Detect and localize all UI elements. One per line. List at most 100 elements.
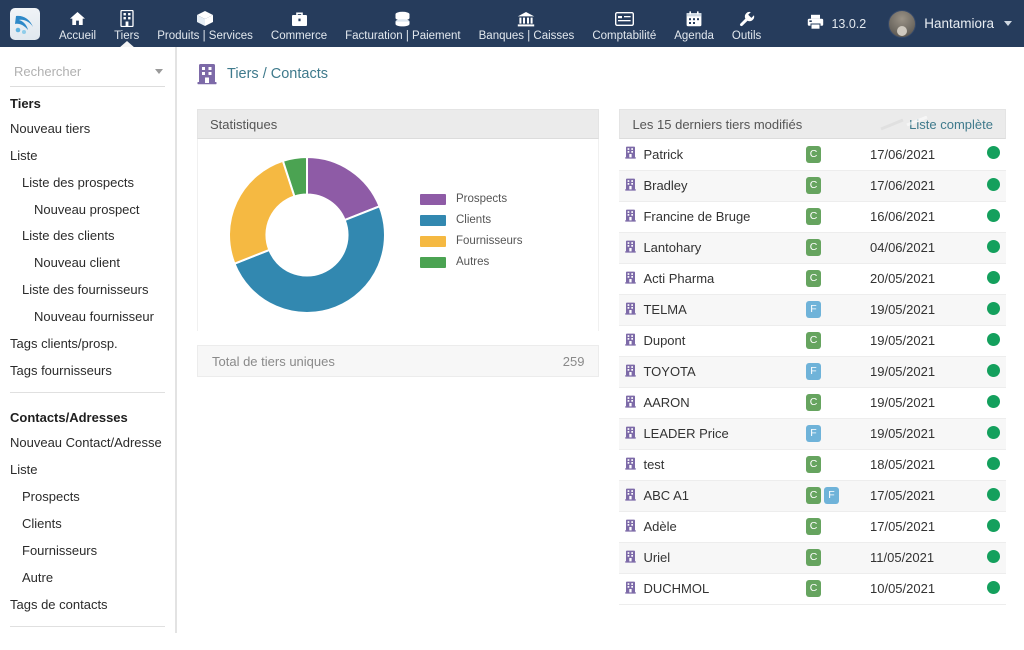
chevron-down-icon[interactable] xyxy=(1004,21,1012,26)
row-name-label[interactable]: Patrick xyxy=(643,147,683,162)
nav-item-accueil[interactable]: Accueil xyxy=(50,0,105,47)
total-label: Total de tiers uniques xyxy=(212,353,335,369)
row-name-wrap: Adèle xyxy=(625,519,794,535)
nav-label-accueil: Accueil xyxy=(59,30,97,42)
sidebar-item-nouveau-fournisseur[interactable]: Nouveau fournisseur xyxy=(0,304,175,331)
row-name-cell: TELMA xyxy=(619,294,800,326)
row-name-label[interactable]: Lantohary xyxy=(643,240,701,255)
table-row[interactable]: Adèle C 17/05/2021 xyxy=(619,511,1006,543)
user-menu[interactable]: Hantamiora xyxy=(876,9,1012,38)
user-name-label: Hantamiora xyxy=(924,16,994,31)
badge-fournisseur[interactable]: F xyxy=(806,425,821,442)
printer-version-block[interactable]: 13.0.2 xyxy=(807,14,866,33)
sidebar-item-contacts-autre[interactable]: Autre xyxy=(0,565,175,592)
row-name-label[interactable]: Uriel xyxy=(643,550,670,565)
sidebar-item-tags-de-contacts[interactable]: Tags de contacts xyxy=(0,592,175,619)
table-row[interactable]: TELMA F 19/05/2021 xyxy=(619,294,1006,326)
badge-client[interactable]: C xyxy=(806,487,821,504)
badge-client[interactable]: C xyxy=(806,456,821,473)
badge-client[interactable]: C xyxy=(806,394,821,411)
table-row[interactable]: Bradley C 17/06/2021 xyxy=(619,170,1006,202)
donut-slice-fournisseurs[interactable] xyxy=(228,159,296,266)
row-status-cell xyxy=(966,294,1006,326)
sidebar-item-nouveau-prospect[interactable]: Nouveau prospect xyxy=(0,197,175,224)
sidebar-item-nouveau-contact-adresse[interactable]: Nouveau Contact/Adresse xyxy=(0,430,175,457)
sidebar-item-nouveau-client[interactable]: Nouveau client xyxy=(0,250,175,277)
table-row[interactable]: test C 18/05/2021 xyxy=(619,449,1006,481)
row-name-wrap: Patrick xyxy=(625,146,794,162)
row-name-label[interactable]: Dupont xyxy=(643,333,685,348)
badges-wrap: F xyxy=(806,363,858,380)
nav-item-facturation-paiement[interactable]: Facturation | Paiement xyxy=(336,0,470,47)
row-name-label[interactable]: DUCHMOL xyxy=(643,581,709,596)
table-row[interactable]: AARON C 19/05/2021 xyxy=(619,387,1006,419)
bank-icon xyxy=(517,9,535,28)
sidebar-item-contacts-fournisseurs[interactable]: Fournisseurs xyxy=(0,538,175,565)
badge-client[interactable]: C xyxy=(806,208,821,225)
table-row[interactable]: Patrick C 17/06/2021 xyxy=(619,139,1006,171)
table-row[interactable]: TOYOTA F 19/05/2021 xyxy=(619,356,1006,388)
badge-fournisseur[interactable]: F xyxy=(806,363,821,380)
row-name-label[interactable]: AARON xyxy=(643,395,689,410)
dolibarr-logo-icon[interactable] xyxy=(10,7,40,40)
nav-item-banques-caisses[interactable]: Banques | Caisses xyxy=(470,0,584,47)
badge-fournisseur[interactable]: F xyxy=(806,301,821,318)
badge-client[interactable]: C xyxy=(806,177,821,194)
row-name-label[interactable]: Adèle xyxy=(643,519,676,534)
row-name-label[interactable]: ABC A1 xyxy=(643,488,689,503)
sidebar-item-contacts-liste[interactable]: Liste xyxy=(0,457,175,484)
row-date: 04/06/2021 xyxy=(864,232,966,264)
chevron-down-icon[interactable] xyxy=(155,69,163,74)
building-icon xyxy=(625,395,637,411)
sidebar-item-tags-clients-prosp[interactable]: Tags clients/prosp. xyxy=(0,331,175,358)
sidebar-item-liste[interactable]: Liste xyxy=(0,143,175,170)
table-row[interactable]: DUCHMOL C 10/05/2021 xyxy=(619,573,1006,605)
nav-item-produits-services[interactable]: Produits | Services xyxy=(148,0,262,47)
row-name-label[interactable]: TOYOTA xyxy=(643,364,695,379)
liste-complete-link[interactable]: Liste complète xyxy=(909,117,993,132)
row-name-label[interactable]: TELMA xyxy=(643,302,686,317)
badge-client[interactable]: C xyxy=(806,549,821,566)
badge-client[interactable]: C xyxy=(806,270,821,287)
table-row[interactable]: LEADER Price F 19/05/2021 xyxy=(619,418,1006,450)
row-date: 20/05/2021 xyxy=(864,263,966,295)
breadcrumb-text[interactable]: Tiers / Contacts xyxy=(227,66,328,82)
row-name-label[interactable]: Bradley xyxy=(643,178,687,193)
table-row[interactable]: ABC A1 C F 17/05/2021 xyxy=(619,480,1006,512)
badges-wrap: C xyxy=(806,518,858,535)
sidebar-item-liste-des-fournisseurs[interactable]: Liste des fournisseurs xyxy=(0,277,175,304)
row-name-label[interactable]: Francine de Bruge xyxy=(643,209,750,224)
badge-client[interactable]: C xyxy=(806,145,821,163)
sidebar-item-nouveau-tiers[interactable]: Nouveau tiers xyxy=(0,116,175,143)
sidebar-item-liste-des-clients[interactable]: Liste des clients xyxy=(0,223,175,250)
table-row[interactable]: Francine de Bruge C 16/06/2021 xyxy=(619,201,1006,233)
table-row[interactable]: Lantohary C 04/06/2021 xyxy=(619,232,1006,264)
search-box[interactable] xyxy=(10,59,165,87)
nav-label-comptabilite: Comptabilité xyxy=(592,30,657,42)
badge-client[interactable]: C xyxy=(806,239,821,256)
row-status-cell xyxy=(966,232,1006,264)
sidebar-item-tags-fournisseurs[interactable]: Tags fournisseurs xyxy=(0,358,175,385)
breadcrumb: Tiers / Contacts xyxy=(177,47,1024,85)
sidebar-item-contacts-clients[interactable]: Clients xyxy=(0,511,175,538)
badge-client[interactable]: C xyxy=(806,332,821,349)
nav-item-tiers[interactable]: Tiers xyxy=(105,0,148,48)
nav-item-agenda[interactable]: Agenda xyxy=(665,0,723,47)
search-input[interactable] xyxy=(12,63,142,80)
table-row[interactable]: Acti Pharma C 20/05/2021 xyxy=(619,263,1006,295)
building-icon xyxy=(197,63,217,85)
nav-item-comptabilite[interactable]: Comptabilité xyxy=(583,0,665,47)
row-name-label[interactable]: Acti Pharma xyxy=(643,271,714,286)
row-name-label[interactable]: LEADER Price xyxy=(643,426,728,441)
sidebar-item-liste-des-prospects[interactable]: Liste des prospects xyxy=(0,170,175,197)
badge-client[interactable]: C xyxy=(806,518,821,535)
nav-item-commerce[interactable]: Commerce xyxy=(262,0,336,47)
table-row[interactable]: Uriel C 11/05/2021 xyxy=(619,542,1006,574)
table-row[interactable]: Dupont C 19/05/2021 xyxy=(619,325,1006,357)
badge-client[interactable]: C xyxy=(806,580,821,597)
sidebar-item-contacts-prospects[interactable]: Prospects xyxy=(0,484,175,511)
badge-fournisseur[interactable]: F xyxy=(824,487,839,504)
nav-item-outils[interactable]: Outils xyxy=(723,0,770,47)
row-name-label[interactable]: test xyxy=(643,457,664,472)
app-logo[interactable] xyxy=(0,0,50,47)
